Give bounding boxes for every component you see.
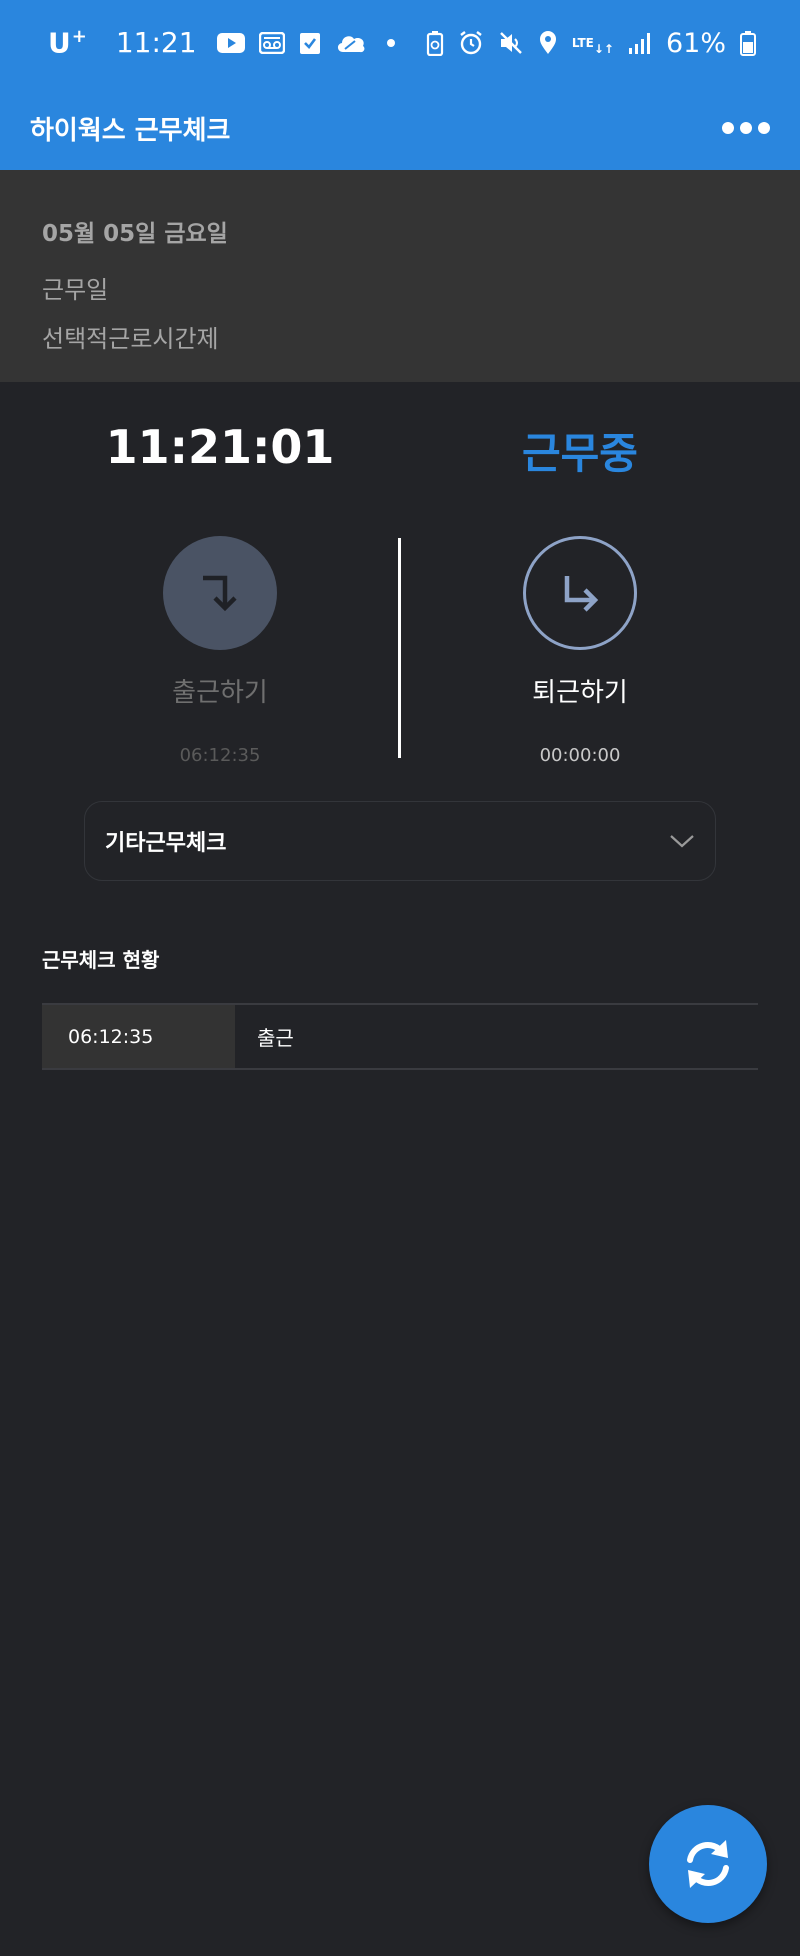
clock-in-button[interactable]: 출근하기 06:12:35: [120, 536, 320, 766]
chevron-down-icon: [670, 835, 694, 848]
date-panel: 05월 05일 금요일 근무일 선택적근로시간제: [0, 170, 800, 382]
work-status: 근무중: [522, 429, 638, 478]
current-time: 11:21:01: [105, 420, 335, 474]
status-bar: U+ 11:21 LTE ↓↑ 61%: [0, 0, 800, 86]
clock-out-arrow-icon: [564, 576, 599, 612]
alarm-icon: [458, 30, 484, 56]
clock-in-circle[interactable]: [163, 536, 277, 650]
more-horizontal-icon: [722, 122, 734, 134]
other-work-check-label: 기타근무체크: [105, 831, 227, 856]
signal-icon: [628, 31, 652, 55]
clock-out-button[interactable]: 퇴근하기 00:00:00: [480, 536, 680, 766]
more-options-button[interactable]: [722, 114, 770, 142]
cloud-icon: [335, 30, 367, 56]
punch-divider: [398, 538, 401, 758]
clock-out-time: 00:00:00: [539, 745, 621, 766]
app-bar: 하이웍스 근무체크: [0, 86, 800, 170]
refresh-icon: [687, 1840, 729, 1888]
table-row: 06:12:35 출근: [42, 1005, 758, 1068]
battery-saver-icon: [426, 30, 444, 56]
notification-dot-icon: [386, 38, 395, 47]
status-bar-left: U+ 11:21: [48, 26, 395, 60]
schedule-type-label: 선택적근로시간제: [42, 325, 219, 353]
day-type-label: 근무일: [42, 276, 109, 304]
clock-in-label: 출근하기: [172, 678, 268, 708]
clock-in-arrow-icon: [203, 575, 237, 612]
voicemail-icon: [258, 31, 285, 54]
record-type: 출근: [257, 1026, 294, 1050]
checklist-icon: [299, 31, 321, 55]
other-work-check-dropdown[interactable]: 기타근무체크: [84, 801, 716, 881]
youtube-icon: [216, 32, 245, 54]
carrier-label: U+: [48, 26, 88, 60]
clock-out-circle[interactable]: [523, 536, 637, 650]
records-table: 06:12:35 출근: [42, 1003, 758, 1070]
lte-icon: LTE ↓↑: [571, 36, 614, 56]
battery-percentage: 61%: [665, 27, 726, 59]
records-section-title: 근무체크 현황: [42, 948, 160, 972]
battery-icon: [740, 30, 756, 56]
refresh-button[interactable]: [649, 1805, 767, 1923]
app-title: 하이웍스 근무체크: [30, 115, 231, 146]
location-icon: [538, 30, 558, 56]
clock-out-label: 퇴근하기: [532, 678, 628, 708]
status-time: 11:21: [115, 26, 197, 60]
record-time: 06:12:35: [42, 1005, 235, 1068]
date-label: 05월 05일 금요일: [42, 221, 228, 247]
screen: U+ 11:21 LTE ↓↑ 61% 하이웍스 근무체크 05월 05일 금요…: [0, 0, 800, 1956]
mute-icon: [498, 30, 524, 56]
clock-in-time: 06:12:35: [179, 745, 261, 766]
status-bar-right: LTE ↓↑ 61%: [426, 28, 756, 59]
